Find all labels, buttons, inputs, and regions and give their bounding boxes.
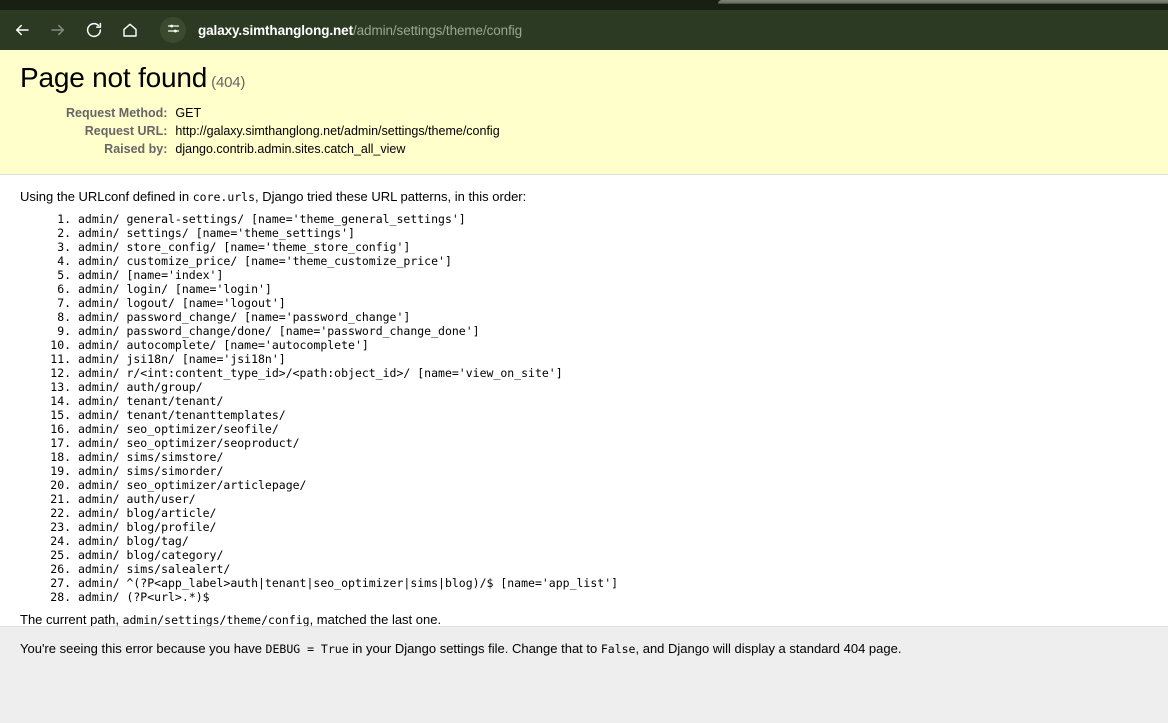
status-code: (404) bbox=[211, 74, 246, 91]
reload-button[interactable] bbox=[78, 14, 110, 46]
current-path-value: admin/settings/theme/config bbox=[122, 613, 310, 627]
sliders-icon bbox=[166, 21, 181, 39]
tab-strip bbox=[0, 0, 1168, 10]
reload-icon bbox=[85, 21, 103, 39]
list-item: admin/ seo_optimizer/seofile/ bbox=[78, 422, 1148, 436]
list-item: admin/ (?P<url>.*)$ bbox=[78, 590, 1148, 604]
list-item: admin/ logout/ [name='logout'] bbox=[78, 296, 1148, 310]
browser-toolbar: galaxy.simthanglong.net/admin/settings/t… bbox=[0, 10, 1168, 50]
url-domain: galaxy.simthanglong.net bbox=[198, 22, 353, 38]
list-item: admin/ password_change/done/ [name='pass… bbox=[78, 324, 1148, 338]
back-button[interactable] bbox=[6, 14, 38, 46]
debug-false-code: False bbox=[600, 642, 636, 656]
table-row: Request URL: http://galaxy.simthanglong.… bbox=[66, 122, 500, 140]
table-row: Request Method: GET bbox=[66, 104, 500, 122]
raised-by-value: django.contrib.admin.sites.catch_all_vie… bbox=[175, 142, 406, 156]
back-arrow-icon bbox=[13, 21, 31, 39]
forward-arrow-icon bbox=[49, 21, 67, 39]
debug-footer-note: You're seeing this error because you hav… bbox=[0, 626, 1168, 723]
active-tab-edge[interactable] bbox=[718, 0, 1168, 4]
current-path-line: The current path, admin/settings/theme/c… bbox=[20, 612, 1148, 627]
home-icon bbox=[121, 21, 139, 39]
list-item: admin/ tenant/tenanttemplates/ bbox=[78, 408, 1148, 422]
list-item: admin/ login/ [name='login'] bbox=[78, 282, 1148, 296]
list-item: admin/ ^(?P<app_label>auth|tenant|seo_op… bbox=[78, 576, 1148, 590]
request-method-label: Request Method: bbox=[66, 106, 168, 120]
list-item: admin/ [name='index'] bbox=[78, 268, 1148, 282]
list-item: admin/ blog/profile/ bbox=[78, 520, 1148, 534]
table-row: Raised by: django.contrib.admin.sites.ca… bbox=[66, 140, 500, 158]
error-explanation: Using the URLconf defined in core.urls, … bbox=[0, 175, 1168, 645]
urlconf-intro-before: Using the URLconf defined in bbox=[20, 189, 193, 204]
page-title-text: Page not found bbox=[20, 62, 208, 93]
url-path: /admin/settings/theme/config bbox=[352, 22, 523, 38]
debug-note-text: You're seeing this error because you hav… bbox=[20, 641, 1148, 656]
list-item: admin/ autocomplete/ [name='autocomplete… bbox=[78, 338, 1148, 352]
page-title: Page not found (404) bbox=[20, 62, 1148, 94]
urlconf-intro-after: , Django tried these URL patterns, in th… bbox=[255, 189, 527, 204]
list-item: admin/ auth/group/ bbox=[78, 380, 1148, 394]
debug-note-middle: in your Django settings file. Change tha… bbox=[348, 641, 601, 656]
raised-by-label: Raised by: bbox=[104, 142, 168, 156]
home-button[interactable] bbox=[114, 14, 146, 46]
list-item: admin/ blog/tag/ bbox=[78, 534, 1148, 548]
list-item: admin/ sims/simorder/ bbox=[78, 464, 1148, 478]
list-item: admin/ blog/article/ bbox=[78, 506, 1148, 520]
request-url-label: Request URL: bbox=[84, 124, 168, 138]
urlpattern-list: admin/ general-settings/ [name='theme_ge… bbox=[20, 212, 1148, 604]
list-item: admin/ r/<int:content_type_id>/<path:obj… bbox=[78, 366, 1148, 380]
debug-note-before: You're seeing this error because you hav… bbox=[20, 641, 266, 656]
urlconf-module: core.urls bbox=[192, 190, 256, 204]
error-summary: Page not found (404) Request Method: GET … bbox=[0, 50, 1168, 175]
urlconf-intro: Using the URLconf defined in core.urls, … bbox=[20, 189, 1148, 204]
current-path-before: The current path, bbox=[20, 612, 123, 627]
browser-chrome: galaxy.simthanglong.net/admin/settings/t… bbox=[0, 0, 1168, 50]
debug-setting-code: DEBUG = True bbox=[265, 642, 349, 656]
list-item: admin/ seo_optimizer/articlepage/ bbox=[78, 478, 1148, 492]
list-item: admin/ auth/user/ bbox=[78, 492, 1148, 506]
list-item: admin/ jsi18n/ [name='jsi18n'] bbox=[78, 352, 1148, 366]
list-item: admin/ settings/ [name='theme_settings'] bbox=[78, 226, 1148, 240]
list-item: admin/ sims/salealert/ bbox=[78, 562, 1148, 576]
list-item: admin/ password_change/ [name='password_… bbox=[78, 310, 1148, 324]
list-item: admin/ sims/simstore/ bbox=[78, 450, 1148, 464]
request-meta-table: Request Method: GET Request URL: http://… bbox=[66, 104, 500, 158]
list-item: admin/ seo_optimizer/seoproduct/ bbox=[78, 436, 1148, 450]
list-item: admin/ tenant/tenant/ bbox=[78, 394, 1148, 408]
forward-button[interactable] bbox=[42, 14, 74, 46]
django-debug-404-page: Page not found (404) Request Method: GET … bbox=[0, 50, 1168, 723]
current-path-after: , matched the last one. bbox=[309, 612, 442, 627]
list-item: admin/ blog/category/ bbox=[78, 548, 1148, 562]
request-method-value: GET bbox=[175, 106, 202, 120]
debug-note-after: , and Django will display a standard 404… bbox=[635, 641, 902, 656]
url-display[interactable]: galaxy.simthanglong.net/admin/settings/t… bbox=[198, 23, 522, 38]
request-url-value: http://galaxy.simthanglong.net/admin/set… bbox=[175, 124, 500, 138]
list-item: admin/ general-settings/ [name='theme_ge… bbox=[78, 212, 1148, 226]
address-bar[interactable]: galaxy.simthanglong.net/admin/settings/t… bbox=[158, 15, 1162, 45]
list-item: admin/ customize_price/ [name='theme_cus… bbox=[78, 254, 1148, 268]
site-info-button[interactable] bbox=[160, 17, 186, 43]
list-item: admin/ store_config/ [name='theme_store_… bbox=[78, 240, 1148, 254]
